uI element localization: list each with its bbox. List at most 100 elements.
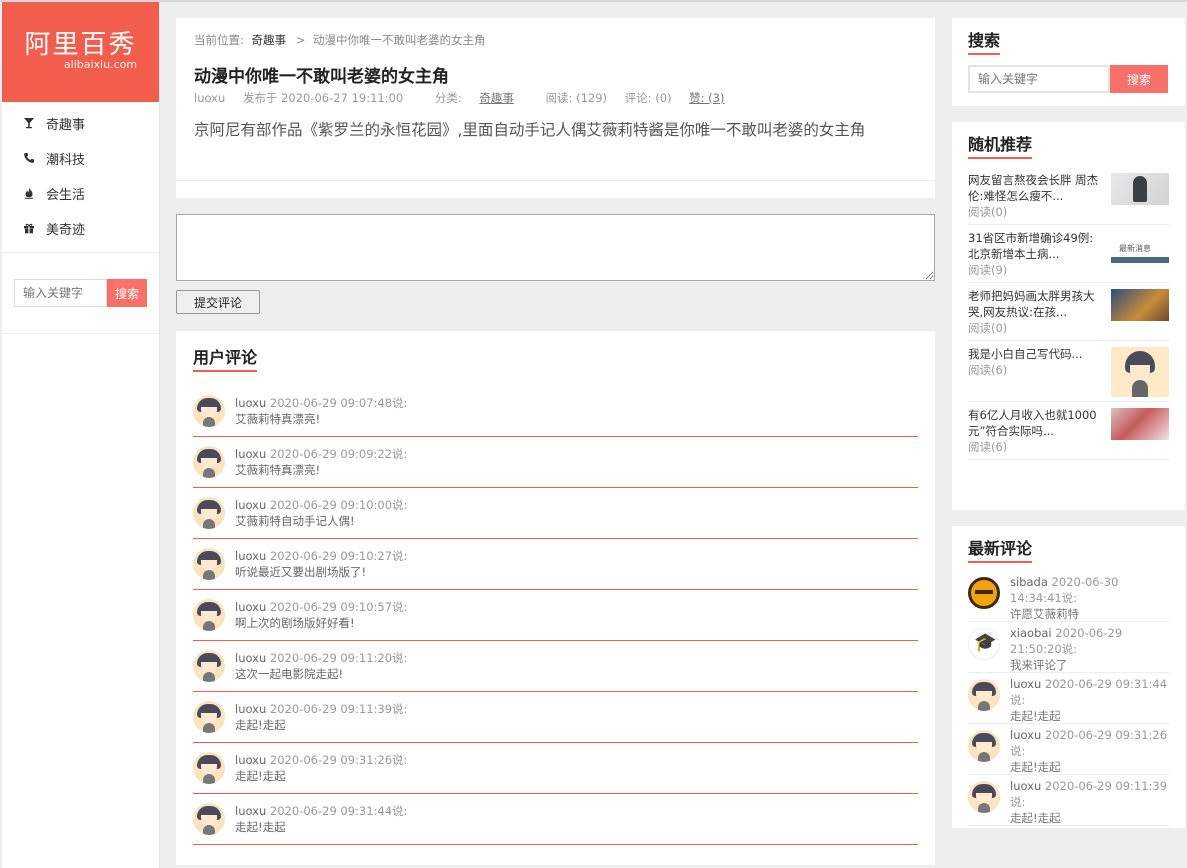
- right-search-input[interactable]: [968, 65, 1110, 93]
- user-avatar[interactable]: [968, 577, 1000, 609]
- nav-item-chaokeji[interactable]: 潮科技: [2, 143, 159, 178]
- like-button[interactable]: 赞: (3): [689, 91, 724, 105]
- comment-time: 2020-06-29 09:31:26说:: [269, 753, 408, 767]
- latest-comments-card: 最新评论 sibada 2020-06-30 14:34:41说:许愿艾薇莉特x…: [952, 526, 1185, 828]
- nav-item-meiqiji[interactable]: 美奇迹: [2, 213, 159, 248]
- comment-item: luoxu 2020-06-29 09:10:00说: 艾薇莉特自动手记人偶!: [193, 488, 918, 539]
- top-border: [0, 0, 1187, 2]
- latest-comment-content: sibada 2020-06-30 14:34:41说: 许愿艾薇莉特: [1010, 574, 1169, 621]
- article-author: luoxu 发布于 2020-06-27 19:11:00: [194, 91, 417, 105]
- recommend-item[interactable]: 老师把妈妈画太胖男孩大哭,网友热议:在孩... 阅读(0): [968, 283, 1169, 341]
- comment-time: 2020-06-29 09:09:22说:: [269, 447, 408, 461]
- comment-text: 走起!走起: [235, 769, 286, 783]
- sidebar-search-input[interactable]: [14, 279, 107, 307]
- comment-user[interactable]: xiaobai: [1010, 626, 1052, 640]
- recommend-text: 老师把妈妈画太胖男孩大哭,网友热议:在孩... 阅读(0): [968, 288, 1100, 336]
- sidebar-search-button[interactable]: 搜索: [107, 279, 147, 307]
- comment-user[interactable]: luoxu: [235, 396, 266, 410]
- comment-item: luoxu 2020-06-29 09:10:27说: 听说最近又要出剧场版了!: [193, 539, 918, 590]
- recommend-item[interactable]: 31省区市新增确诊49例:北京新增本土病... 阅读(9): [968, 225, 1169, 283]
- right-search-card: 搜索 搜索: [952, 18, 1185, 106]
- site-logo[interactable]: 阿里百秀 alibaixiu.com: [2, 2, 159, 102]
- comment-text: 这次一起电影院走起!: [235, 667, 344, 681]
- recommend-title[interactable]: 有6亿人月收入也就1000元”符合实际吗...: [968, 407, 1100, 439]
- submit-comment-button[interactable]: 提交评论: [176, 290, 260, 314]
- recommend-title[interactable]: 老师把妈妈画太胖男孩大哭,网友热议:在孩...: [968, 288, 1100, 320]
- user-avatar[interactable]: [968, 679, 1000, 711]
- nav-item-huishenghuo[interactable]: 会生活: [2, 178, 159, 213]
- right-search-button[interactable]: 搜索: [1110, 65, 1168, 93]
- recommend-item[interactable]: 网友留言熬夜会长胖 周杰伦:难怪怎么瘦不... 阅读(0): [968, 167, 1169, 225]
- comment-user[interactable]: luoxu: [235, 753, 266, 767]
- user-avatar[interactable]: [193, 446, 225, 478]
- recommend-thumbnail[interactable]: [1111, 231, 1169, 263]
- recommend-thumbnail[interactable]: [1111, 173, 1169, 205]
- comment-text: 听说最近又要出剧场版了!: [235, 565, 367, 579]
- nav-label: 美奇迹: [46, 223, 86, 238]
- recommend-item[interactable]: 我是小白自己写代码... 阅读(6): [968, 341, 1169, 402]
- phone-icon: [22, 143, 36, 178]
- user-avatar[interactable]: [193, 701, 225, 733]
- comment-user[interactable]: luoxu: [235, 549, 266, 563]
- user-avatar[interactable]: [193, 752, 225, 784]
- category-link[interactable]: 奇趣事: [479, 91, 514, 105]
- recommend-text: 网友留言熬夜会长胖 周杰伦:难怪怎么瘦不... 阅读(0): [968, 172, 1100, 220]
- comment-user[interactable]: luoxu: [235, 600, 266, 614]
- comment-user[interactable]: luoxu: [235, 498, 266, 512]
- user-avatar[interactable]: [193, 650, 225, 682]
- comment-item: luoxu 2020-06-29 09:09:22说: 艾薇莉特真漂亮!: [193, 437, 918, 488]
- article-card: 当前位置: 奇趣事 > 动漫中你唯一不敢叫老婆的女主角 动漫中你唯一不敢叫老婆的…: [176, 18, 935, 198]
- article-meta: luoxu 发布于 2020-06-27 19:11:00 分类: 奇趣事 阅读…: [194, 90, 917, 108]
- user-avatar[interactable]: [193, 548, 225, 580]
- user-avatar[interactable]: [193, 395, 225, 427]
- recommend-thumbnail[interactable]: [1111, 347, 1169, 397]
- comment-user[interactable]: luoxu: [235, 447, 266, 461]
- comment-user[interactable]: luoxu: [1010, 728, 1041, 742]
- latest-comment-content: luoxu 2020-06-29 09:11:39说: 走起!走起: [1010, 778, 1169, 825]
- latest-comment-content: xiaobai 2020-06-29 21:50:20说: 我来评论了: [1010, 625, 1169, 672]
- comment-user[interactable]: sibada: [1010, 575, 1048, 589]
- section-title: 搜索: [968, 30, 1001, 55]
- comment-item: luoxu 2020-06-29 09:11:39说: 走起!走起: [193, 692, 918, 743]
- comment-textarea[interactable]: [176, 214, 935, 281]
- logo-text: 阿里百秀: [24, 30, 137, 60]
- user-avatar[interactable]: [193, 497, 225, 529]
- comment-item: luoxu 2020-06-29 09:07:48说: 艾薇莉特真漂亮!: [193, 386, 918, 437]
- comment-user[interactable]: luoxu: [235, 702, 266, 716]
- comment-header: luoxu 2020-06-29 09:10:27说:: [235, 548, 407, 564]
- comment-list: luoxu 2020-06-29 09:07:48说: 艾薇莉特真漂亮! luoxu…: [193, 386, 918, 845]
- user-avatar[interactable]: [968, 628, 1000, 660]
- read-count: 阅读: (129): [545, 91, 608, 105]
- section-title: 最新评论: [968, 538, 1033, 563]
- recommend-reads: 阅读(6): [968, 363, 1008, 377]
- author-name[interactable]: luoxu: [194, 91, 225, 105]
- recommend-title[interactable]: 31省区市新增确诊49例:北京新增本土病...: [968, 230, 1100, 262]
- comment-time: 2020-06-29 09:10:57说:: [269, 600, 408, 614]
- nav-label: 奇趣事: [46, 118, 86, 133]
- breadcrumb-category-link[interactable]: 奇趣事: [252, 33, 287, 47]
- comment-user[interactable]: luoxu: [235, 804, 266, 818]
- comment-user[interactable]: luoxu: [1010, 779, 1041, 793]
- comment-user[interactable]: luoxu: [1010, 677, 1041, 691]
- user-avatar[interactable]: [968, 730, 1000, 762]
- comment-content: luoxu 2020-06-29 09:10:00说: 艾薇莉特自动手记人偶!: [235, 497, 407, 529]
- recommend-text: 31省区市新增确诊49例:北京新增本土病... 阅读(9): [968, 230, 1100, 278]
- recommend-thumbnail[interactable]: [1111, 408, 1169, 440]
- comment-user[interactable]: luoxu: [235, 651, 266, 665]
- recommend-title[interactable]: 网友留言熬夜会长胖 周杰伦:难怪怎么瘦不...: [968, 172, 1100, 204]
- nav-item-qiqushi[interactable]: 奇趣事: [2, 108, 159, 143]
- comment-header: luoxu 2020-06-29 09:09:22说:: [235, 446, 407, 462]
- recommend-title[interactable]: 我是小白自己写代码...: [968, 346, 1100, 362]
- user-avatar[interactable]: [193, 803, 225, 835]
- comment-text: 艾薇莉特自动手记人偶!: [235, 514, 355, 528]
- category-nav: 奇趣事 潮科技 会生活 美奇迹: [2, 102, 159, 253]
- article-category: 分类: 奇趣事: [435, 91, 528, 105]
- comment-header: luoxu 2020-06-29 09:10:00说:: [235, 497, 407, 513]
- comment-item: luoxu 2020-06-29 09:11:20说: 这次一起电影院走起!: [193, 641, 918, 692]
- nav-label: 潮科技: [46, 153, 86, 168]
- breadcrumb-separator: >: [295, 33, 306, 47]
- user-avatar[interactable]: [193, 599, 225, 631]
- recommend-item[interactable]: 有6亿人月收入也就1000元”符合实际吗... 阅读(6): [968, 402, 1169, 460]
- user-avatar[interactable]: [968, 781, 1000, 813]
- recommend-thumbnail[interactable]: [1111, 289, 1169, 321]
